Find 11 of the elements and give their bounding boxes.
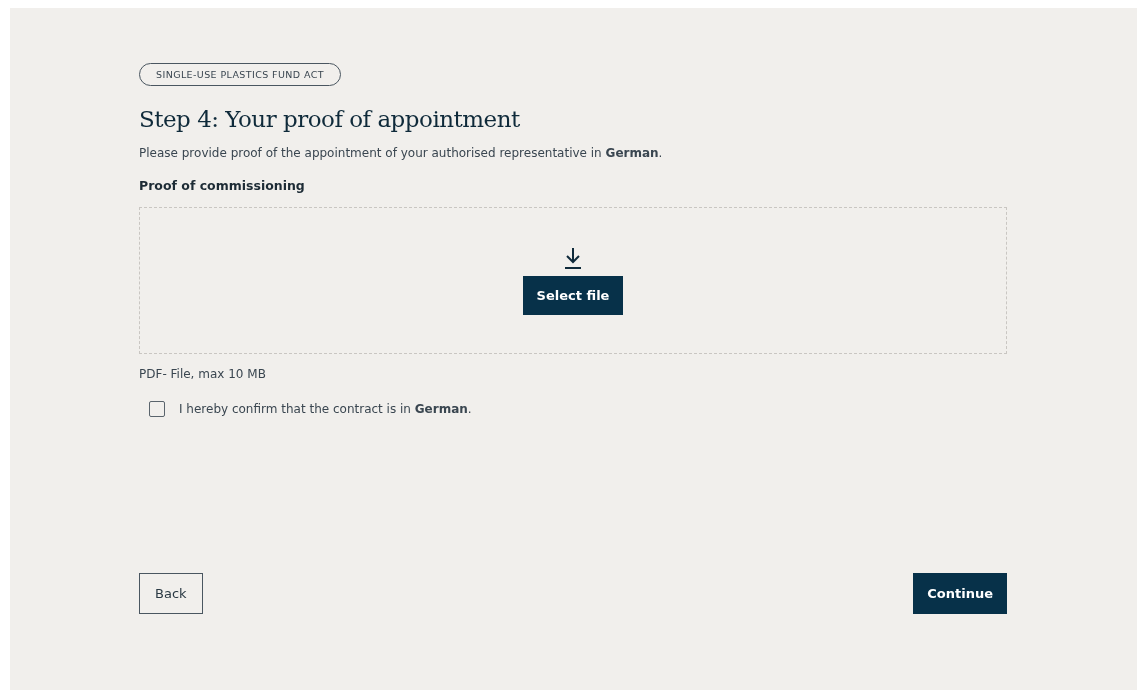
confirm-checkbox[interactable] bbox=[149, 401, 165, 417]
page-title: Step 4: Your proof of appointment bbox=[139, 106, 521, 132]
file-hint: PDF- File, max 10 MB bbox=[139, 367, 267, 381]
intro-text: Please provide proof of the appointment of your authorised representative in German. bbox=[139, 146, 664, 160]
download-icon bbox=[563, 246, 583, 270]
upload-label: Proof of commissioning bbox=[139, 178, 306, 193]
back-button[interactable]: Back bbox=[139, 573, 203, 614]
select-file-button[interactable]: Select file bbox=[522, 276, 624, 315]
continue-button[interactable]: Continue bbox=[913, 573, 1007, 614]
file-drop-zone[interactable]: Select file bbox=[139, 207, 1007, 354]
confirm-label: I hereby confirm that the contract is in German. bbox=[179, 402, 472, 416]
